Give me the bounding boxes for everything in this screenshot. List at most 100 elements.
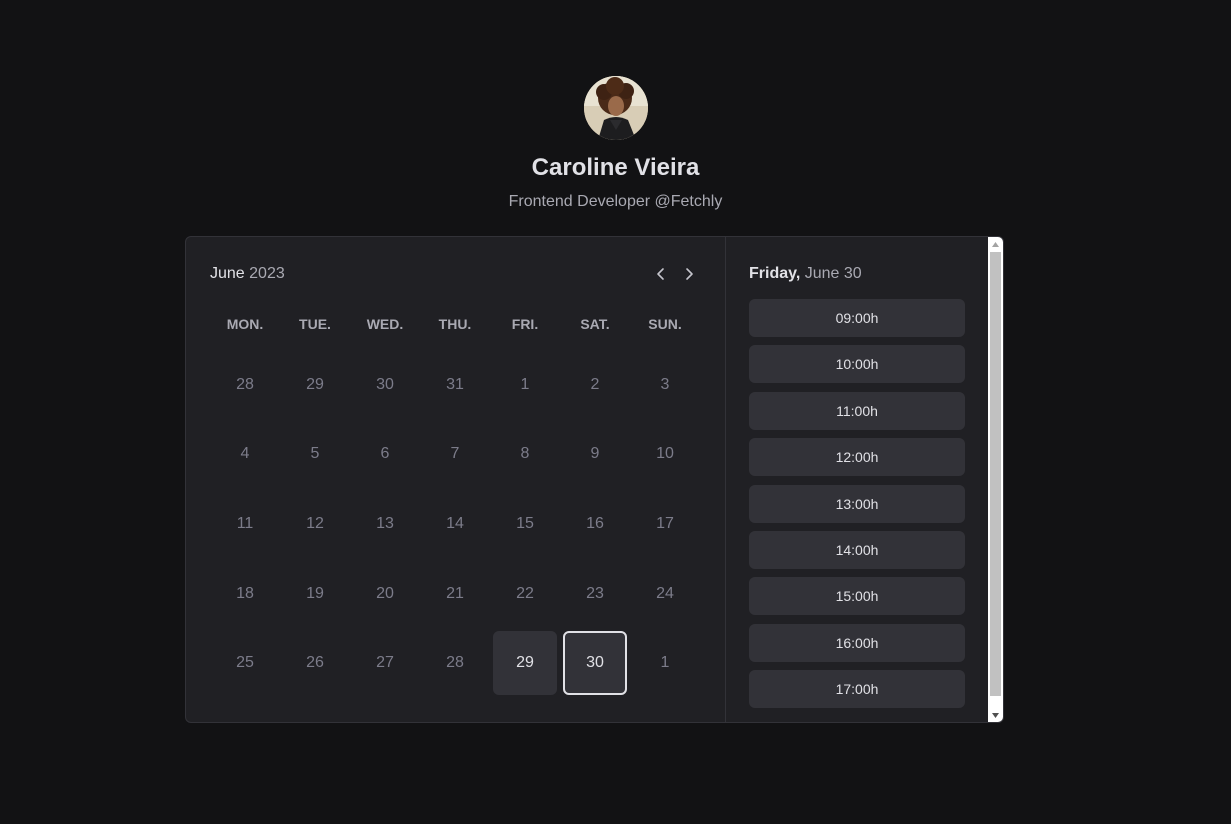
calendar-day: 2 (590, 375, 600, 393)
scheduling-card: June 2023 MON. TUE. WED. THU. FRI. SAT. … (185, 236, 1004, 723)
calendar-month: June (210, 265, 245, 282)
calendar-day: 30 (376, 375, 394, 393)
calendar: June 2023 MON. TUE. WED. THU. FRI. SAT. … (186, 237, 726, 722)
calendar-day: 6 (380, 445, 390, 463)
weekday-label: TUE. (299, 316, 331, 332)
calendar-day-cell: 19 (280, 559, 350, 629)
weekday-label: FRI. (511, 316, 539, 332)
selected-weekday: Friday, (749, 265, 801, 282)
calendar-year: 2023 (249, 265, 285, 282)
calendar-day: 5 (310, 445, 320, 463)
calendar-day-cell: 28 (210, 350, 280, 420)
calendar-day-cell: 8 (490, 420, 560, 490)
calendar-day: 8 (520, 445, 530, 463)
calendar-day-cell: 4 (210, 420, 280, 490)
time-slot-button[interactable]: 14:00h (749, 530, 965, 569)
weekday-label: SAT. (580, 316, 610, 332)
calendar-header: June 2023 (210, 263, 700, 285)
calendar-day-cell: 27 (350, 628, 420, 698)
calendar-day: 21 (446, 584, 464, 602)
calendar-day: 26 (306, 654, 324, 672)
profile-role: Frontend Developer @Fetchly (508, 193, 723, 210)
calendar-day: 11 (236, 514, 254, 532)
calendar-day-cell: 13 (350, 489, 420, 559)
calendar-day: 19 (306, 584, 324, 602)
calendar-day-cell: 22 (490, 559, 560, 629)
time-slot-button[interactable]: 12:00h (749, 438, 965, 477)
calendar-day: 23 (586, 584, 604, 602)
calendar-day-cell: 2 (560, 350, 630, 420)
scroll-up-button[interactable] (988, 237, 1003, 251)
calendar-day: 28 (236, 375, 254, 393)
calendar-day-cell: 21 (420, 559, 490, 629)
time-slot-button[interactable]: 10:00h (749, 345, 965, 384)
calendar-day[interactable]: 29 (493, 631, 557, 696)
weekday-label: MON. (226, 316, 264, 332)
weekday-label: WED. (366, 316, 404, 332)
chevron-left-icon (657, 268, 664, 280)
calendar-day: 1 (520, 375, 530, 393)
calendar-day-cell: 26 (280, 628, 350, 698)
calendar-day: 18 (236, 584, 254, 602)
time-slot-button[interactable]: 16:00h (749, 623, 965, 662)
time-slot-button[interactable]: 17:00h (749, 670, 965, 709)
calendar-day-cell: 24 (630, 559, 700, 629)
previous-month-button[interactable] (650, 263, 672, 285)
calendar-day-cell: 7 (420, 420, 490, 490)
calendar-day: 1 (660, 654, 670, 672)
time-slot-button[interactable]: 15:00h (749, 577, 965, 616)
time-slot-list: 09:00h 10:00h 11:00h 12:00h 13:00h 14:00h 15:0… (749, 299, 965, 717)
scrollbar[interactable] (988, 237, 1003, 722)
calendar-day: 9 (590, 445, 600, 463)
calendar-day: 12 (306, 514, 324, 532)
calendar-day: 10 (656, 445, 674, 463)
calendar-day-cell: 28 (420, 628, 490, 698)
calendar-day-cell: 29 (280, 350, 350, 420)
calendar-day-cell: 3 (630, 350, 700, 420)
avatar-image (583, 76, 648, 140)
calendar-day-cell: 30 (560, 628, 630, 698)
chevron-right-icon (686, 268, 693, 280)
triangle-down-icon (992, 712, 999, 718)
calendar-day-cell: 18 (210, 559, 280, 629)
profile-header: Caroline Vieira Frontend Developer @Fetc… (0, 76, 1231, 212)
selected-date: June 30 (804, 265, 862, 282)
calendar-day: 4 (240, 445, 250, 463)
time-slots-panel: Friday, June 30 09:00h 10:00h 11:00h 12:00h… (726, 237, 989, 722)
time-slot-button[interactable]: 11:00h (749, 391, 965, 430)
calendar-day: 15 (516, 514, 534, 532)
calendar-day: 28 (446, 654, 464, 672)
calendar-day: 31 (446, 375, 464, 393)
scroll-down-button[interactable] (988, 708, 1003, 722)
weekday-label: SUN. (648, 316, 682, 332)
weekday-header: MON. TUE. WED. THU. FRI. SAT. SUN. (210, 315, 700, 333)
time-slot-button[interactable]: 09:00h (749, 299, 965, 337)
scrollbar-thumb[interactable] (990, 252, 1001, 696)
calendar-day-cell: 29 (490, 628, 560, 698)
time-slot-button[interactable]: 13:00h (749, 484, 965, 523)
calendar-day-cell: 1 (630, 628, 700, 698)
avatar (583, 76, 648, 140)
calendar-day-cell: 25 (210, 628, 280, 698)
calendar-day-selected[interactable]: 30 (563, 631, 627, 696)
calendar-day-cell: 15 (490, 489, 560, 559)
profile-name: Caroline Vieira (531, 154, 700, 181)
scheduling-page: Caroline Vieira Frontend Developer @Fetc… (0, 0, 1231, 824)
calendar-day: 24 (656, 584, 674, 602)
calendar-day-cell: 14 (420, 489, 490, 559)
calendar-days-grid: 28 29 30 31 1 2 3 4 5 6 7 8 9 10 11 12 13 14 15 16 17 18 19 20 2… (210, 350, 700, 698)
calendar-day-cell: 16 (560, 489, 630, 559)
next-month-button[interactable] (678, 263, 700, 285)
calendar-day: 20 (376, 584, 394, 602)
calendar-day-cell: 12 (280, 489, 350, 559)
calendar-day: 13 (376, 514, 394, 532)
calendar-title: June 2023 (210, 263, 700, 285)
calendar-day: 7 (450, 445, 460, 463)
calendar-day-cell: 9 (560, 420, 630, 490)
calendar-day-cell: 11 (210, 489, 280, 559)
calendar-day-cell: 20 (350, 559, 420, 629)
calendar-day: 22 (516, 584, 534, 602)
calendar-day-cell: 23 (560, 559, 630, 629)
calendar-day: 3 (660, 375, 670, 393)
calendar-day: 17 (656, 514, 674, 532)
